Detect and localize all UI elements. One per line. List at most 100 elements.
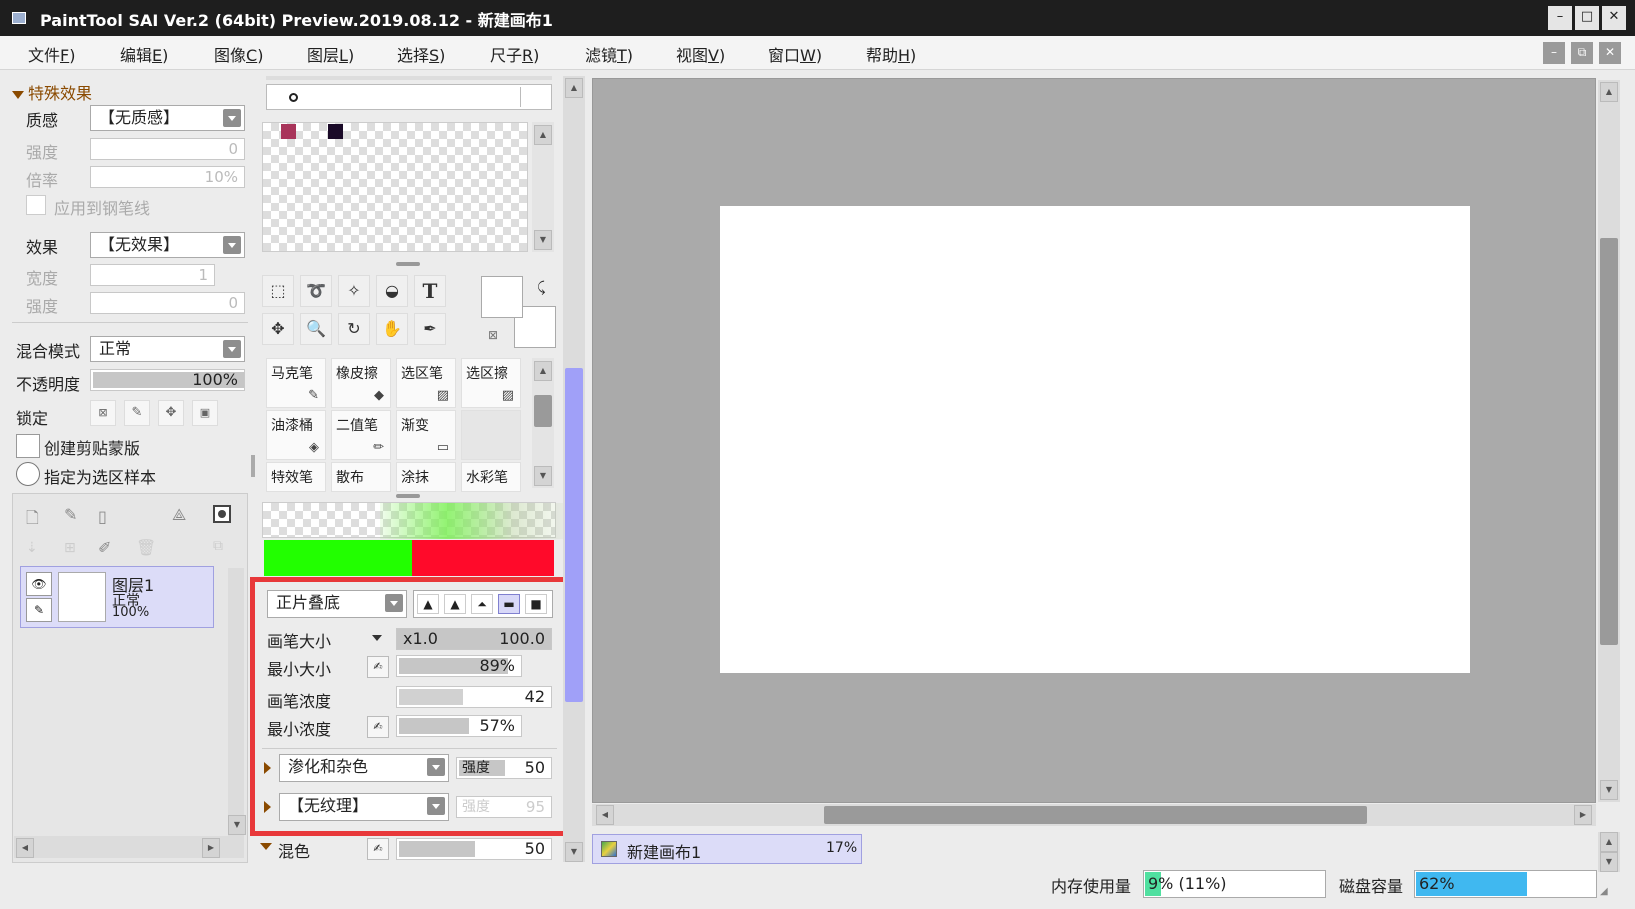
eye-icon[interactable]: 👁	[26, 572, 52, 596]
texture-strength-slider[interactable]: 强度 95	[456, 796, 552, 818]
menu-f[interactable]: 文件F)	[28, 42, 75, 66]
expand-triangle-icon[interactable]	[264, 801, 271, 813]
size-dropdown-icon[interactable]	[372, 635, 382, 641]
min-density-slider[interactable]: 57%	[396, 715, 522, 737]
canvas-scroll-up-button[interactable]: ▲	[1600, 82, 1618, 102]
pressure-icon[interactable]: ✍	[367, 716, 389, 738]
canvas-scroll-left-button[interactable]: ◀	[596, 805, 614, 825]
menu-s[interactable]: 选择S)	[397, 42, 445, 66]
text-tool-icon[interactable]: T	[414, 275, 446, 307]
move-icon[interactable]: ✥	[262, 313, 294, 345]
selection-sample-radio[interactable]	[16, 462, 40, 486]
swatch-scroll-up-button[interactable]: ▲	[534, 125, 552, 145]
middle-scroll-thumb[interactable]	[565, 368, 583, 702]
blend-color-slider[interactable]: 50	[396, 838, 552, 860]
strength2-slider[interactable]: 0	[90, 292, 245, 314]
minimize-button[interactable]: –	[1548, 6, 1572, 30]
middle-scroll-up-button[interactable]: ▲	[565, 78, 583, 98]
lock-paint-icon[interactable]: ✎	[124, 400, 150, 426]
layer-effect-icon[interactable]: ⟁	[172, 505, 186, 525]
clear-layer-icon[interactable]: ✐	[98, 538, 111, 557]
brush-slot[interactable]: 油漆桶 ◈	[266, 410, 326, 460]
splitter-handle[interactable]	[396, 262, 420, 266]
swatch-scroll-down-button[interactable]: ▼	[534, 230, 552, 250]
close-button[interactable]: ✕	[1602, 6, 1626, 30]
layer-vscrollbar[interactable]	[228, 568, 244, 848]
color-mix-gradient[interactable]	[262, 502, 580, 539]
hand-icon[interactable]: ✋	[376, 313, 408, 345]
brush-slot[interactable]: 选区擦 ▨	[461, 358, 521, 408]
brush-shape-pointed-icon[interactable]: ▲	[417, 594, 439, 614]
bleed-noise-select[interactable]: 渗化和杂色	[279, 754, 449, 782]
brush-slot[interactable]: 选区笔 ▨	[396, 358, 456, 408]
canvas-hscroll-thumb[interactable]	[824, 806, 1367, 824]
canvas-scroll-down-button[interactable]: ▼	[1600, 780, 1618, 800]
brush-slot[interactable]	[461, 410, 521, 460]
canvas[interactable]	[720, 206, 1470, 673]
canvas-vscroll-thumb[interactable]	[1600, 238, 1618, 645]
swatch[interactable]	[328, 124, 343, 139]
shape-icon[interactable]: ◒	[376, 275, 408, 307]
brush-scroll-up-button[interactable]: ▲	[534, 361, 552, 381]
layer-scroll-left-button[interactable]: ◀	[16, 838, 34, 858]
mask-icon[interactable]	[213, 505, 231, 523]
effect-select[interactable]: 【无效果】	[90, 232, 245, 258]
lock-move-icon[interactable]: ✥	[158, 400, 184, 426]
splitter-handle[interactable]	[396, 494, 420, 498]
swap-colors-icon[interactable]: ⤹	[537, 280, 545, 296]
strength-slider[interactable]: 0	[90, 138, 245, 160]
density-slider[interactable]: 42	[396, 686, 552, 708]
rect-select-icon[interactable]: ⬚	[262, 275, 294, 307]
brush-shape-flat-icon[interactable]: ▬	[498, 594, 520, 614]
menu-h[interactable]: 帮助H)	[866, 42, 916, 66]
layer-scroll-down-button[interactable]: ▼	[228, 815, 246, 835]
magic-wand-icon[interactable]: ✧	[338, 275, 370, 307]
texture-select[interactable]: 【无质感】	[90, 105, 245, 131]
zoom-icon[interactable]: 🔍	[300, 313, 332, 345]
menu-r[interactable]: 尺子R)	[490, 42, 539, 66]
collapse-triangle-icon[interactable]	[260, 843, 272, 850]
brush-slot[interactable]: 马克笔 ✎	[266, 358, 326, 408]
middle-scroll-down-button[interactable]: ▼	[565, 842, 583, 862]
brush-slot[interactable]: 涂抹	[396, 462, 456, 492]
brush-scroll-thumb[interactable]	[534, 395, 552, 427]
clip-mask-checkbox[interactable]	[16, 434, 40, 458]
brush-shape-square-icon[interactable]: ■	[525, 594, 547, 614]
menu-t[interactable]: 滤镜T)	[585, 42, 633, 66]
brush-size-slider[interactable]: x1.0 100.0	[396, 628, 552, 650]
bleed-strength-slider[interactable]: 强度 50	[456, 757, 552, 779]
layer-scroll-right-button[interactable]: ▶	[202, 838, 220, 858]
tab-scroll-up-button[interactable]: ▲	[1600, 832, 1618, 852]
pencil-icon[interactable]: ✎	[26, 598, 52, 622]
splitter-handle[interactable]	[251, 455, 255, 477]
brush-shape-round-icon[interactable]: ▲	[444, 594, 466, 614]
menu-w[interactable]: 窗口W)	[768, 42, 822, 66]
brush-preview-bar[interactable]	[266, 84, 552, 110]
eyedropper-icon[interactable]: ✒	[414, 313, 446, 345]
apply-pen-checkbox[interactable]	[26, 195, 46, 215]
canvas-scroll-right-button[interactable]: ▶	[1574, 805, 1592, 825]
maximize-button[interactable]: □	[1575, 6, 1599, 30]
lasso-icon[interactable]: ➰	[300, 275, 332, 307]
color-swatches[interactable]	[262, 122, 528, 252]
brush-slot[interactable]: 二值笔 ✏	[331, 410, 391, 460]
brush-shape-soft-icon[interactable]: ⏶	[471, 594, 493, 614]
blend-mode-select[interactable]: 正常	[90, 336, 245, 362]
primary-color-bar[interactable]	[264, 540, 412, 576]
mdi-close-button[interactable]: ✕	[1599, 42, 1621, 64]
pressure-icon[interactable]: ✍	[367, 838, 389, 860]
brush-scroll-down-button[interactable]: ▼	[534, 466, 552, 486]
expand-triangle-icon[interactable]	[264, 762, 271, 774]
tab-scroll-down-button[interactable]: ▼	[1600, 852, 1618, 872]
menu-l[interactable]: 图层L)	[307, 42, 354, 66]
transparent-color-icon[interactable]: ⊠	[488, 328, 498, 342]
new-layer-icon[interactable]: 🗋	[26, 507, 39, 534]
lock-transparency-icon[interactable]: ⊠	[90, 400, 116, 426]
brush-slot[interactable]: 渐变 ▭	[396, 410, 456, 460]
paper-texture-select[interactable]: 【无纹理】	[279, 793, 449, 821]
new-pen-layer-icon[interactable]: ✎	[64, 505, 77, 524]
brush-slot[interactable]: 散布	[331, 462, 391, 492]
brush-slot[interactable]: 橡皮擦 ◆	[331, 358, 391, 408]
brush-blend-select[interactable]: 正片叠底	[267, 590, 407, 618]
swatch[interactable]	[281, 124, 296, 139]
